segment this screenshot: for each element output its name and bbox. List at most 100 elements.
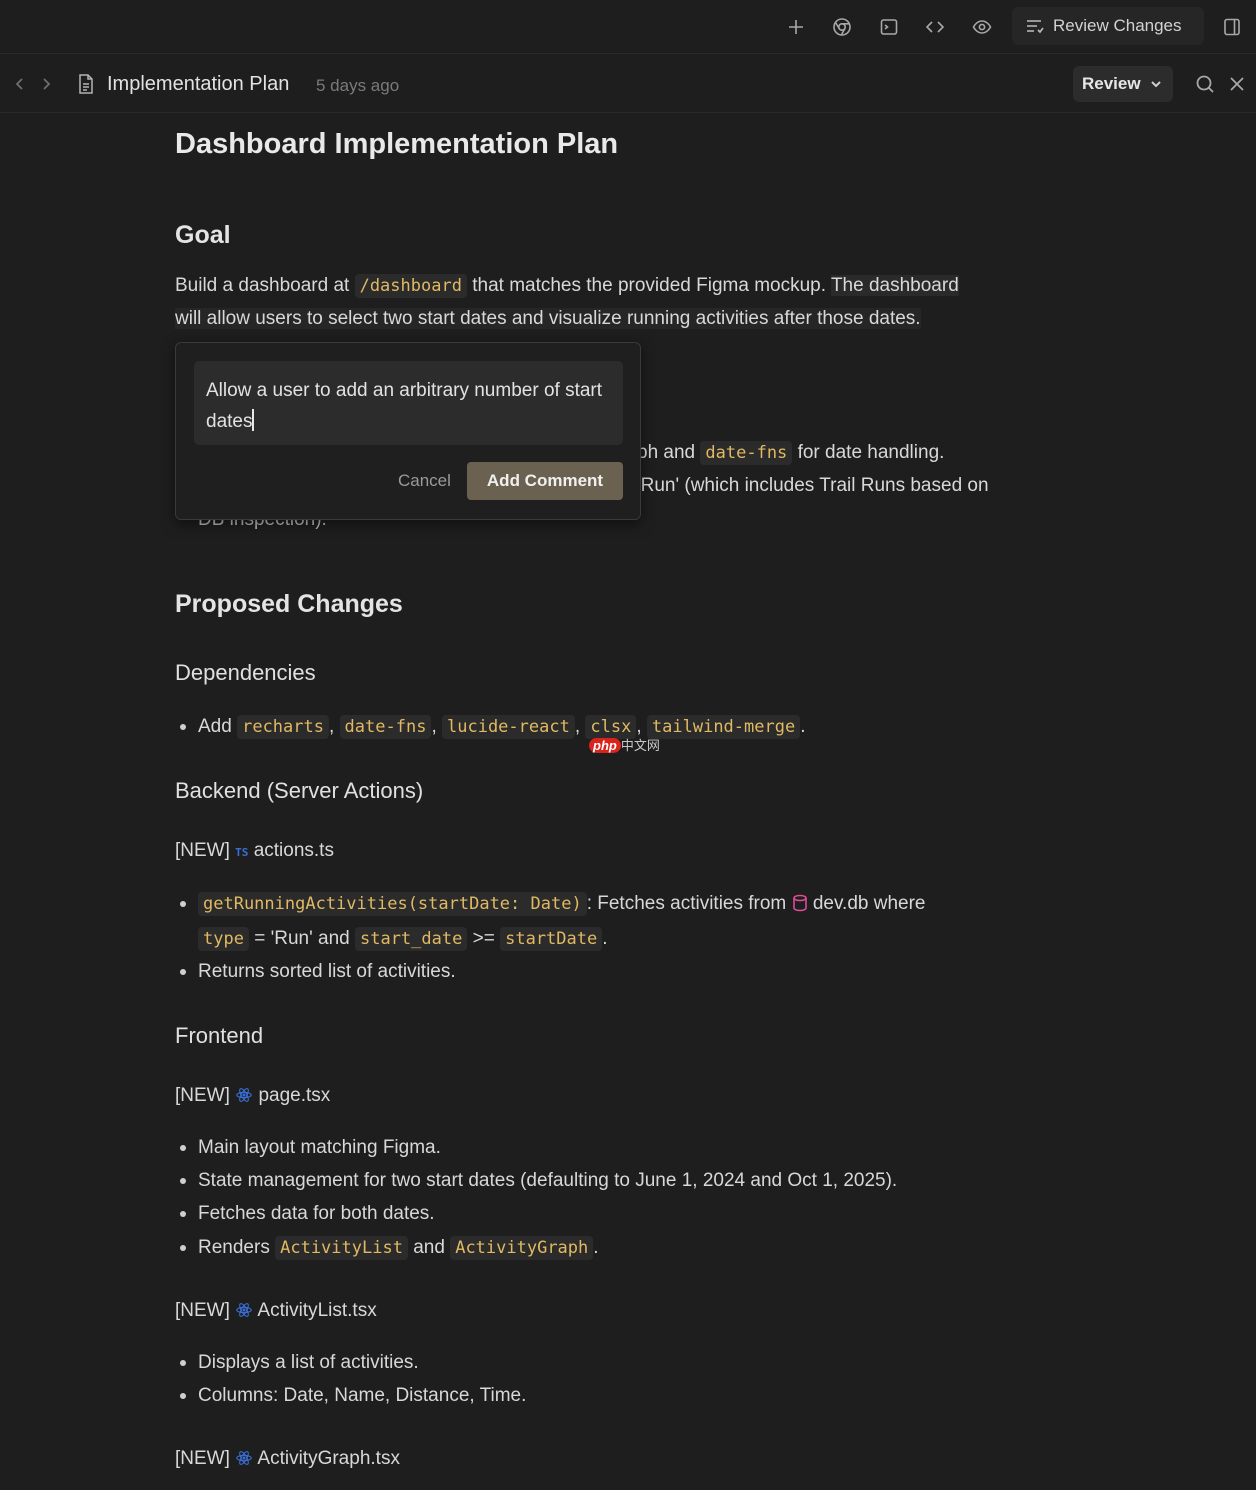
- chevron-down-icon: [1150, 81, 1161, 88]
- document-title: Implementation Plan: [107, 73, 290, 95]
- back-arrow-icon[interactable]: [9, 72, 31, 96]
- code-span: ActivityList: [275, 1236, 408, 1260]
- text: : Fetches activities from: [586, 893, 787, 914]
- file-entry-activitygraph: [NEW] ActivityGraph.tsx: [175, 1442, 400, 1475]
- text: Add: [198, 716, 232, 737]
- terminal-icon[interactable]: [874, 12, 904, 42]
- react-icon: [236, 1451, 252, 1465]
- code-span: type: [198, 927, 249, 951]
- code-span: date-fns: [700, 441, 793, 465]
- code-span: recharts: [237, 715, 329, 739]
- search-icon[interactable]: [1192, 71, 1218, 97]
- new-tag: [NEW]: [175, 840, 230, 861]
- review-label: Review: [1082, 74, 1141, 93]
- file-link[interactable]: dev.db: [813, 893, 869, 914]
- document-icon: [76, 73, 98, 97]
- watermark: php 中文网: [589, 735, 660, 754]
- text: ph and: [637, 442, 696, 463]
- page-bullet-2: State management for two start dates (de…: [198, 1170, 898, 1191]
- goal-paragraph-line2: will allow users to select two start dat…: [175, 302, 921, 335]
- watermark-badge: php: [589, 738, 621, 753]
- proposed-changes-heading: Proposed Changes: [175, 590, 403, 618]
- hidden-line-2: 'Run' (which includes Trail Runs based o…: [637, 475, 989, 496]
- file-entry-activitylist: [NEW] ActivityList.tsx: [175, 1294, 377, 1327]
- bullet: [180, 1178, 186, 1184]
- bullet: [180, 1145, 186, 1151]
- new-tag: [NEW]: [175, 1448, 230, 1469]
- text: and: [413, 1237, 445, 1258]
- file-link[interactable]: actions.ts: [254, 840, 334, 861]
- dependencies-heading: Dependencies: [175, 660, 316, 685]
- code-span: ActivityGraph: [450, 1236, 594, 1260]
- goal-heading: Goal: [175, 221, 231, 249]
- code-span: date-fns: [339, 715, 432, 739]
- bullet: [180, 969, 186, 975]
- forward-arrow-icon[interactable]: [35, 72, 57, 96]
- list-icon: [1027, 20, 1044, 34]
- bullet: [180, 901, 186, 907]
- database-icon: [792, 894, 807, 912]
- bullet: [180, 1393, 186, 1399]
- review-changes-label: Review Changes: [1053, 16, 1182, 35]
- list-bullet-2: Columns: Date, Name, Distance, Time.: [198, 1385, 527, 1406]
- backend-heading: Backend (Server Actions): [175, 778, 424, 803]
- document-timestamp: 5 days ago: [316, 76, 400, 95]
- file-link[interactable]: ActivityGraph.tsx: [257, 1448, 400, 1469]
- file-entry-actions: [NEW] TS actions.ts: [175, 834, 334, 869]
- bullet: [180, 1245, 186, 1251]
- code-icon[interactable]: [920, 12, 950, 42]
- code-span: start_date: [354, 927, 468, 951]
- cancel-button[interactable]: Cancel: [398, 471, 451, 491]
- highlighted-text[interactable]: The dashboard: [830, 275, 959, 296]
- plus-icon[interactable]: [781, 12, 811, 42]
- react-icon: [236, 1088, 252, 1102]
- hidden-line-1: ph and date-fns for date handling.: [637, 436, 944, 470]
- dependencies-list: Add recharts, date-fns, lucide-react, cl…: [198, 715, 806, 739]
- list-bullet-1: Displays a list of activities.: [198, 1352, 419, 1373]
- page-bullet-4: Renders ActivityList and ActivityGraph.: [198, 1236, 599, 1260]
- close-icon[interactable]: [1224, 71, 1250, 97]
- text-caret: [252, 409, 254, 431]
- react-icon: [236, 1303, 252, 1317]
- comment-textarea[interactable]: Allow a user to add an arbitrary number …: [194, 361, 623, 445]
- code-span: /dashboard: [354, 274, 467, 298]
- frontend-heading: Frontend: [175, 1023, 264, 1048]
- document-heading: Dashboard Implementation Plan: [175, 128, 619, 160]
- page-bullet-3: Fetches data for both dates.: [198, 1203, 435, 1224]
- text: >=: [472, 928, 495, 949]
- watermark-text: 中文网: [620, 738, 660, 753]
- goal-paragraph-line1: Build a dashboard at /dashboard that mat…: [175, 269, 959, 303]
- document-header: Implementation Plan 5 days ago Review: [0, 55, 1256, 113]
- file-link[interactable]: page.tsx: [258, 1085, 330, 1106]
- comment-text: Allow a user to add an arbitrary number …: [206, 380, 603, 432]
- typescript-icon: TS: [235, 846, 249, 859]
- split-panel-icon[interactable]: [1217, 12, 1247, 42]
- review-changes-button[interactable]: Review Changes: [1012, 7, 1204, 45]
- new-tag: [NEW]: [175, 1300, 230, 1321]
- text: for date handling.: [797, 442, 945, 463]
- backend-bullet-1-line1: getRunningActivities(startDate: Date): F…: [198, 887, 926, 921]
- goal-text-a: Build a dashboard at: [175, 275, 350, 296]
- text: where: [873, 893, 926, 914]
- text: Renders: [198, 1237, 270, 1258]
- highlighted-text[interactable]: will allow users to select two start dat…: [175, 308, 921, 329]
- file-entry-page: [NEW] page.tsx: [175, 1079, 330, 1112]
- page-bullet-1: Main layout matching Figma.: [198, 1137, 441, 1158]
- file-link[interactable]: ActivityList.tsx: [257, 1300, 376, 1321]
- review-dropdown[interactable]: Review: [1073, 66, 1173, 102]
- code-span: startDate: [500, 927, 603, 951]
- new-tag: [NEW]: [175, 1085, 230, 1106]
- backend-bullet-2: Returns sorted list of activities.: [198, 961, 456, 982]
- bullet: [180, 1360, 186, 1366]
- code-span: lucide-react: [442, 715, 575, 739]
- eye-icon[interactable]: [967, 12, 997, 42]
- comment-popup: Allow a user to add an arbitrary number …: [175, 342, 641, 520]
- goal-text-b: that matches the provided Figma mockup.: [472, 275, 827, 296]
- add-comment-button[interactable]: Add Comment: [467, 462, 623, 500]
- top-toolbar: Review Changes: [0, 0, 1256, 54]
- bullet: [180, 1211, 186, 1217]
- code-span: getRunningActivities(startDate: Date): [198, 892, 587, 916]
- code-span: tailwind-merge: [646, 715, 801, 739]
- chrome-icon[interactable]: [827, 12, 857, 42]
- bullet: [180, 724, 186, 730]
